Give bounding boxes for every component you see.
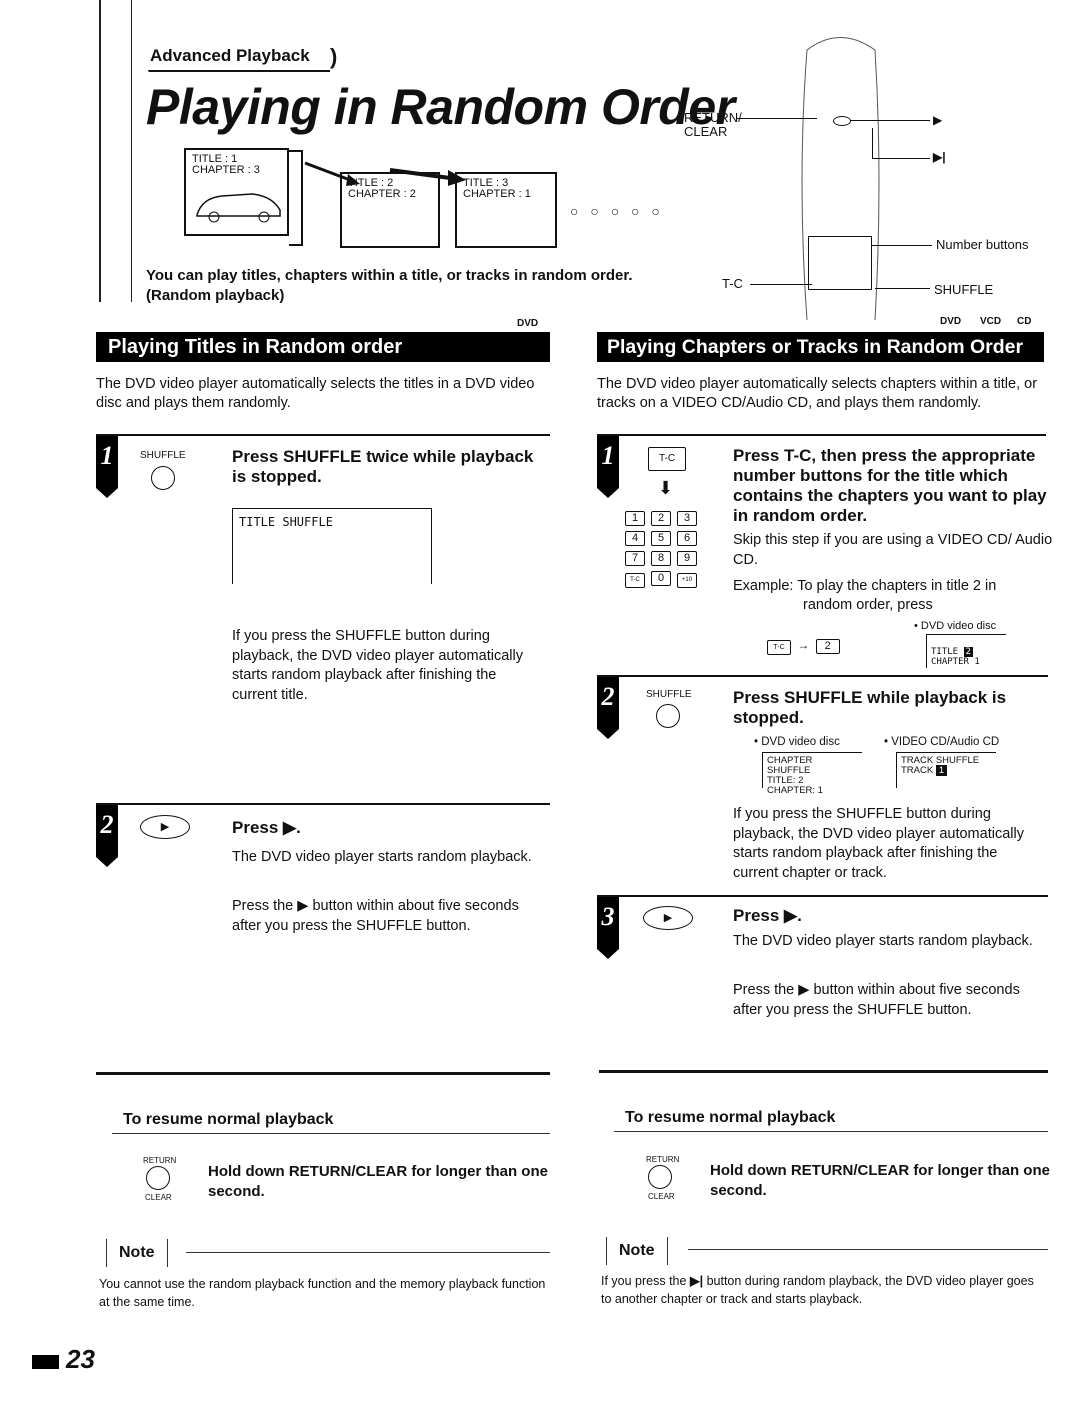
disc-badge-vcd: VCD — [980, 316, 1002, 327]
step-body: Skip this step if you are using a VIDEO … — [733, 532, 1053, 568]
leader-line — [872, 158, 930, 159]
step-body: The DVD video player starts random playb… — [232, 849, 532, 865]
osd-screen: CHAPTER SHUFFLE TITLE: 2 CHAPTER: 1 — [762, 752, 862, 796]
section-band-chapters: Playing Chapters or Tracks in Random Ord… — [597, 332, 1044, 362]
leader-line — [750, 284, 812, 285]
number-buttons-label: Number buttons — [936, 237, 1029, 252]
skip-symbol: ▶| — [933, 150, 946, 164]
leader-line — [737, 118, 817, 119]
section-lead: The DVD video player automatically selec… — [96, 376, 535, 411]
step-rule — [597, 895, 1048, 897]
arrow-icon — [304, 161, 466, 186]
leader-line — [875, 288, 930, 289]
step-body: The DVD video player starts random playb… — [733, 933, 1033, 949]
play-symbol: ▶ — [933, 113, 943, 127]
page-title: Playing in Random Order — [146, 79, 735, 135]
return-clear-button-icon — [146, 1166, 170, 1190]
step-rule — [96, 434, 550, 436]
resume-heading: To resume normal playback — [625, 1109, 836, 1126]
disc-label: • DVD video disc — [914, 620, 997, 632]
step-number-badge: 2 — [597, 677, 619, 739]
car-illustration — [196, 193, 281, 223]
shuffle-button-icon — [656, 704, 680, 728]
section-rule — [96, 1072, 550, 1075]
resume-text: Hold down RETURN/CLEAR for longer than o… — [710, 1162, 1050, 1199]
margin-rule — [131, 0, 132, 302]
tc-key-icon: T-C — [648, 447, 686, 471]
disc-label: • VIDEO CD/Audio CD — [884, 736, 1000, 748]
screen-title-3: TITLE : 3 CHAPTER : 1 — [455, 172, 557, 248]
return-label: RETURN — [646, 1155, 680, 1164]
step-heading: Press ▶. — [733, 906, 802, 925]
return-label: RETURN — [143, 1156, 177, 1165]
tc-label: T-C — [722, 276, 743, 291]
note-text: If you press the ▶| button during random… — [601, 1274, 1034, 1306]
osd-screen: TRACK SHUFFLE TRACK 1 — [896, 752, 996, 788]
note-text: You cannot use the random playback funct… — [99, 1277, 546, 1309]
step-number-badge: 1 — [597, 436, 619, 498]
shuffle-label: SHUFFLE — [934, 282, 994, 297]
example-keys: T-C → 2 — [764, 637, 843, 657]
example-text: Example: To play the chapters in title 2… — [733, 578, 997, 594]
return-clear-button-icon — [648, 1165, 672, 1189]
resume-text: Hold down RETURN/CLEAR for longer than o… — [208, 1163, 548, 1200]
disc-label: • DVD video disc — [754, 736, 840, 748]
section-lead: The DVD video player automatically selec… — [597, 376, 1038, 411]
clear-label: CLEAR — [145, 1193, 172, 1202]
step-rule — [597, 434, 1046, 436]
page-number: 23 — [66, 1344, 95, 1374]
step-number-badge: 3 — [597, 897, 619, 959]
clear-label: CLEAR — [648, 1192, 675, 1201]
note-rule — [186, 1252, 550, 1253]
step-number-badge: 2 — [96, 805, 118, 867]
note-rule — [688, 1249, 1048, 1250]
breadcrumb-underline — [148, 70, 330, 72]
disc-badge-dvd: DVD — [517, 318, 539, 329]
skip-icon: ▶| — [689, 1274, 704, 1288]
step-body: Press the ▶ button within about five sec… — [733, 982, 1020, 1018]
resume-underline — [112, 1133, 550, 1134]
step-rule — [597, 675, 1048, 677]
remote-keypad — [808, 236, 872, 290]
return-clear-label: RETURN/ CLEAR — [684, 110, 742, 139]
page-marker — [32, 1355, 59, 1369]
down-arrow-icon: ⬇ — [658, 478, 674, 498]
intro-text: You can play titles, chapters within a t… — [146, 267, 633, 304]
step-heading: Press SHUFFLE while playback is stopped. — [733, 688, 1007, 727]
play-button-icon: ▶ — [643, 906, 693, 930]
note-label: Note — [106, 1239, 168, 1267]
shuffle-button-label: SHUFFLE — [140, 450, 186, 461]
leader-line — [872, 128, 873, 158]
step-heading: Press SHUFFLE twice while playback is st… — [232, 447, 534, 486]
osd-screen: TITLE 2 CHAPTER 1 — [926, 634, 1006, 668]
step-rule — [96, 803, 550, 805]
osd-screen: TITLE SHUFFLE — [232, 508, 432, 584]
disc-badge-dvd: DVD — [940, 316, 962, 327]
leader-line — [872, 245, 932, 246]
margin-rule — [99, 0, 101, 302]
resume-heading: To resume normal playback — [123, 1111, 334, 1128]
section-band-titles: Playing Titles in Random order — [96, 332, 550, 362]
remote-play-button — [833, 116, 851, 126]
step-body: If you press the SHUFFLE button during p… — [232, 628, 523, 703]
breadcrumb-bracket: ) — [330, 44, 338, 69]
shuffle-button-icon — [151, 466, 175, 490]
step-body: If you press the SHUFFLE button during p… — [733, 806, 1024, 881]
shuffle-button-label: SHUFFLE — [646, 689, 692, 700]
continuation-dots: ○ ○ ○ ○ ○ — [570, 203, 664, 219]
example-text: random order, press — [803, 597, 933, 613]
step-body: Press the ▶ button within about five sec… — [232, 898, 519, 934]
step-heading: Press T-C, then press the appropriate nu… — [733, 446, 1047, 525]
resume-underline — [614, 1131, 1048, 1132]
disc-badge-cd: CD — [1017, 316, 1032, 327]
play-button-icon: ▶ — [140, 815, 190, 839]
breadcrumb: Advanced Playback — [150, 46, 310, 65]
note-label: Note — [606, 1237, 668, 1265]
screen-title-1: TITLE : 1 CHAPTER : 3 — [184, 148, 289, 236]
leader-line — [850, 120, 930, 121]
step-number-badge: 1 — [96, 436, 118, 498]
section-rule — [599, 1070, 1048, 1073]
keypad-icon: 123 456 789 T-C 0 +10 — [622, 508, 712, 590]
step-heading: Press ▶. — [232, 818, 301, 837]
